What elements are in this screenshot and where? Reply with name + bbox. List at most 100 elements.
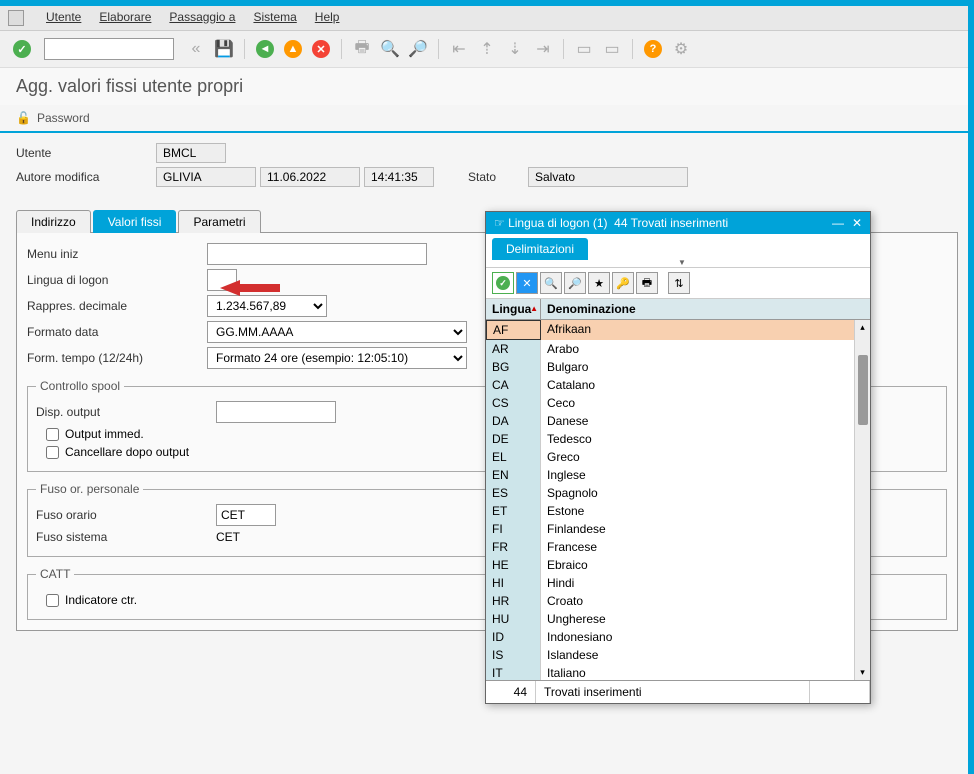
lang-row[interactable]: DADanese [486, 412, 870, 430]
fuso-sistema-value: CET [216, 530, 240, 544]
find-next-icon[interactable]: 🔎 [406, 37, 430, 61]
save-icon[interactable]: 💾 [212, 37, 236, 61]
stato-label: Stato [468, 170, 528, 184]
output-immed-label: Output immed. [65, 427, 144, 441]
autore-value: GLIVIA [156, 167, 256, 187]
find-icon[interactable]: 🔍 [378, 37, 402, 61]
lang-row[interactable]: BGBulgaro [486, 358, 870, 376]
lang-row[interactable]: FRFrancese [486, 538, 870, 556]
lang-row[interactable]: CACatalano [486, 376, 870, 394]
lang-row[interactable]: ETEstone [486, 502, 870, 520]
fuso-legend: Fuso or. personale [36, 482, 143, 496]
lang-row[interactable]: ESSpagnolo [486, 484, 870, 502]
tab-indirizzo[interactable]: Indirizzo [16, 210, 91, 233]
back-button[interactable]: « [184, 37, 208, 61]
lang-row[interactable]: DETedesco [486, 430, 870, 448]
decimale-label: Rappres. decimale [27, 299, 207, 313]
main-toolbar: ✓ « 💾 ◄ ▲ ✕ 🖶 🔍 🔎 ⇤ ⇡ ⇣ ⇥ ▭ ▭ ? ⚙ [0, 31, 974, 68]
autore-label: Autore modifica [16, 170, 156, 184]
fuso-orario-label: Fuso orario [36, 508, 216, 522]
lang-row[interactable]: ISIslandese [486, 646, 870, 664]
lang-row[interactable]: ARArabo [486, 340, 870, 358]
command-field[interactable] [44, 38, 174, 60]
indicatore-checkbox[interactable] [46, 594, 59, 607]
lingua-input[interactable] [207, 269, 237, 291]
cancel-output-checkbox[interactable] [46, 446, 59, 459]
lang-row[interactable]: FIFinlandese [486, 520, 870, 538]
utente-label: Utente [16, 146, 156, 160]
popup-status-text: Trovati inserimenti [536, 681, 810, 703]
tempo-label: Form. tempo (12/24h) [27, 351, 207, 365]
menu-help[interactable]: Help [315, 10, 340, 26]
prev-page-icon[interactable]: ⇡ [475, 37, 499, 61]
app-toolbar: 🔓 Password [0, 105, 974, 133]
menubar: Utente Elaborare Passaggio a Sistema Hel… [0, 6, 974, 31]
popup-title: Lingua di logon (1) [508, 216, 607, 230]
close-icon[interactable]: ✕ [852, 216, 862, 230]
popup-sort-icon[interactable]: ⇅ [668, 272, 690, 294]
first-page-icon[interactable]: ⇤ [447, 37, 471, 61]
popup-enter-icon[interactable]: ✓ [492, 272, 514, 294]
password-button[interactable]: Password [37, 111, 90, 125]
exit-circle[interactable]: ▲ [281, 37, 305, 61]
password-icon[interactable]: 🔓 [16, 111, 31, 125]
back-circle[interactable]: ◄ [253, 37, 277, 61]
output-input[interactable] [216, 401, 336, 423]
lang-header-code[interactable]: Lingua [486, 299, 541, 319]
popup-fav-icon[interactable]: ★ [588, 272, 610, 294]
lang-row[interactable]: AFAfrikaan [486, 320, 870, 340]
menu-iniz-label: Menu iniz [27, 247, 207, 261]
data-select[interactable]: GG.MM.AAAA [207, 321, 467, 343]
time-value: 14:41:35 [364, 167, 434, 187]
lang-row[interactable]: HUUngherese [486, 610, 870, 628]
spool-legend: Controllo spool [36, 379, 124, 393]
lang-row[interactable]: IDIndonesiano [486, 628, 870, 646]
tab-valori-fissi[interactable]: Valori fissi [93, 210, 177, 233]
popup-count-title: 44 Trovati inserimenti [614, 216, 728, 230]
customize-icon[interactable]: ⚙ [669, 37, 693, 61]
menu-utente[interactable]: Utente [46, 10, 81, 26]
popup-key-icon[interactable]: 🔑 [612, 272, 634, 294]
lang-row[interactable]: HRCroato [486, 592, 870, 610]
menu-iniz-input[interactable] [207, 243, 427, 265]
help-icon[interactable]: ? [641, 37, 665, 61]
lingua-label: Lingua di logon [27, 273, 207, 287]
popup-find-icon[interactable]: 🔍 [540, 272, 562, 294]
catt-legend: CATT [36, 567, 74, 581]
popup-find-next-icon[interactable]: 🔎 [564, 272, 586, 294]
popup-scrollbar[interactable]: ▴▾ [854, 320, 870, 680]
menu-passaggio[interactable]: Passaggio a [169, 10, 235, 26]
app-menu-icon[interactable] [8, 10, 24, 26]
cancel-circle[interactable]: ✕ [309, 37, 333, 61]
shortcut-icon[interactable]: ▭ [600, 37, 624, 61]
tempo-select[interactable]: Formato 24 ore (esempio: 12:05:10) [207, 347, 467, 369]
page-title: Agg. valori fissi utente propri [0, 68, 974, 105]
lang-row[interactable]: ENInglese [486, 466, 870, 484]
output-label: Disp. output [36, 405, 216, 419]
lang-row[interactable]: ITItaliano [486, 664, 870, 680]
minimize-icon[interactable]: — [832, 216, 844, 230]
fuso-orario-input[interactable] [216, 504, 276, 526]
lang-row[interactable]: HEEbraico [486, 556, 870, 574]
menu-sistema[interactable]: Sistema [253, 10, 296, 26]
popup-cancel-icon[interactable]: ✕ [516, 272, 538, 294]
popup-status-count: 44 [486, 681, 536, 703]
indicatore-label: Indicatore ctr. [65, 593, 137, 607]
popup-tab-delimitazioni[interactable]: Delimitazioni [492, 238, 588, 260]
lang-header-name[interactable]: Denominazione [541, 299, 870, 319]
menu-elaborare[interactable]: Elaborare [99, 10, 151, 26]
new-session-icon[interactable]: ▭ [572, 37, 596, 61]
tab-parametri[interactable]: Parametri [178, 210, 260, 233]
lang-row[interactable]: HIHindi [486, 574, 870, 592]
data-label: Formato data [27, 325, 207, 339]
lang-row[interactable]: CSCeco [486, 394, 870, 412]
decimale-select[interactable]: 1.234.567,89 [207, 295, 327, 317]
next-page-icon[interactable]: ⇣ [503, 37, 527, 61]
enter-button[interactable]: ✓ [10, 37, 34, 61]
popup-print-icon[interactable]: 🖶 [636, 272, 658, 294]
lang-row[interactable]: ELGreco [486, 448, 870, 466]
print-icon[interactable]: 🖶 [350, 37, 374, 61]
fuso-sistema-label: Fuso sistema [36, 530, 216, 544]
last-page-icon[interactable]: ⇥ [531, 37, 555, 61]
output-immed-checkbox[interactable] [46, 428, 59, 441]
